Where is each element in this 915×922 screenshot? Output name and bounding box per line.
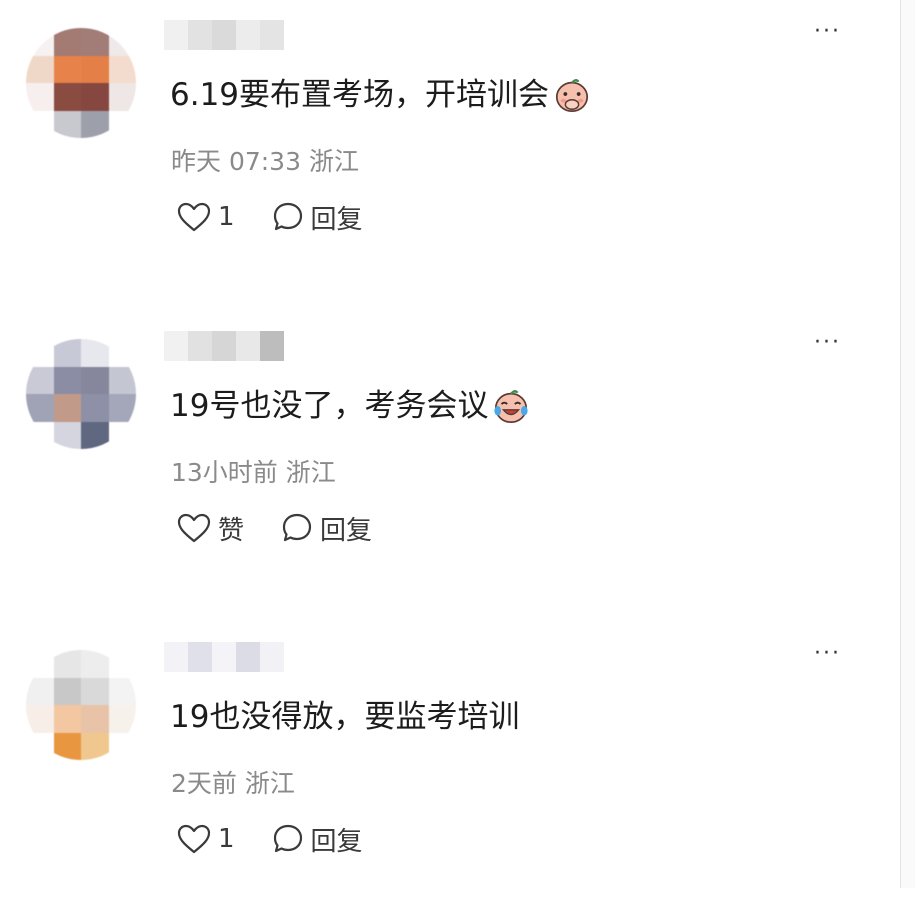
more-dots-icon: ··· [814,19,841,44]
avatar[interactable] [26,28,136,138]
more-dots-icon: ··· [814,641,841,666]
more-dots-icon: ··· [814,330,841,355]
comment-text: 19号也没了，考务会议 [170,388,489,424]
speech-bubble-icon [282,513,312,542]
comment-item: ··· 19也没得放，要监考培训 2天前 浙江 1 回复 [0,622,900,922]
like-count: 1 [218,824,235,854]
like-button[interactable]: 赞 [176,510,244,547]
comment-content: 19也没得放，要监考培训 [170,697,519,737]
username-blurred[interactable] [164,331,284,361]
speech-bubble-icon [273,824,302,853]
reply-label: 回复 [320,515,373,546]
username-blurred[interactable] [164,642,284,672]
cover-face-emoji [555,79,589,113]
avatar[interactable] [26,650,136,760]
comment-item: ··· 19号也没了，考务会议 13小时前 浙江 赞 回复 [0,311,900,611]
comment-content: 6.19要布置考场，开培训会 [170,75,591,115]
like-button[interactable]: 1 [176,823,235,855]
more-options-button[interactable]: ··· [814,641,841,666]
speech-bubble-icon [273,202,302,231]
comment-item: ··· 6.19要布置考场，开培训会 昨天 07:33 浙江 1 回复 [0,0,900,300]
more-options-button[interactable]: ··· [814,330,841,355]
comment-text: 19也没得放，要监考培训 [170,699,520,735]
heart-outline-icon [177,513,211,543]
laugh-cry-emoji [494,390,529,424]
like-label: 赞 [218,515,245,546]
avatar[interactable] [26,339,136,449]
comment-actions: 赞 回复 [176,508,408,548]
reply-button[interactable]: 回复 [280,510,372,547]
reply-label: 回复 [310,826,363,857]
comment-meta: 昨天 07:33 浙江 [171,147,359,176]
comment-meta: 2天前 浙江 [171,769,295,798]
more-options-button[interactable]: ··· [814,19,841,44]
comment-text: 6.19要布置考场，开培训会 [170,77,550,113]
comment-actions: 1 回复 [176,197,399,237]
comment-meta: 13小时前 浙江 [171,458,336,487]
comment-actions: 1 回复 [176,819,399,859]
reply-button[interactable]: 回复 [271,821,363,858]
like-button[interactable]: 1 [176,201,235,233]
comment-content: 19号也没了，考务会议 [170,386,530,426]
like-count: 1 [218,202,235,232]
username-blurred[interactable] [164,20,284,50]
heart-outline-icon [177,202,211,232]
heart-outline-icon [177,824,211,854]
reply-label: 回复 [310,204,363,235]
scrollbar-track[interactable] [900,0,915,888]
reply-button[interactable]: 回复 [271,199,363,236]
